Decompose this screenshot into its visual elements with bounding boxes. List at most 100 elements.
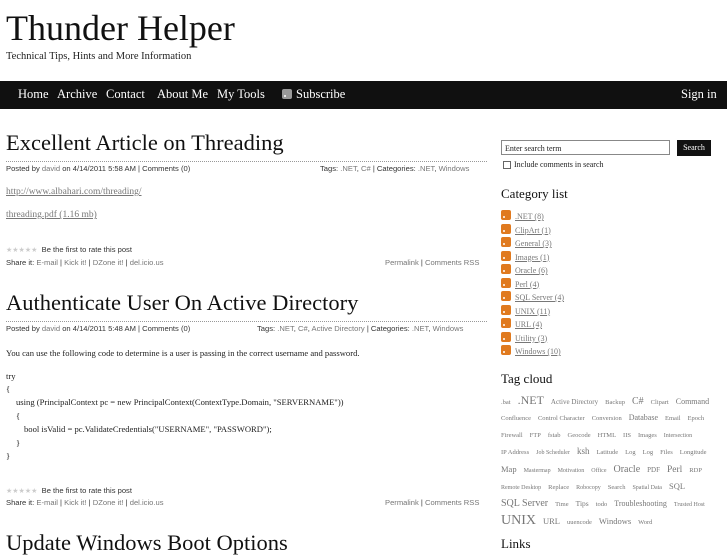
author-link[interactable]: david [42, 324, 60, 333]
nav-archive[interactable]: Archive [57, 87, 97, 102]
share-delicious-link[interactable]: del.icio.us [130, 258, 164, 267]
rss-icon[interactable] [501, 277, 511, 288]
search-input[interactable]: Enter search term [501, 140, 670, 155]
nav-contact[interactable]: Contact [106, 87, 145, 102]
category-link[interactable]: .NET (8) [515, 212, 544, 221]
tag-cloud-link[interactable]: Remote Desktop [501, 485, 541, 491]
tag-cloud-link[interactable]: Epoch [688, 415, 705, 422]
tag-cloud-link[interactable]: todo [596, 501, 608, 508]
tag-cloud-link[interactable]: ksh [577, 446, 590, 456]
rss-icon[interactable] [501, 264, 511, 274]
rss-icon[interactable] [501, 223, 511, 234]
tag-cloud-link[interactable]: Confluence [501, 415, 531, 422]
tag-link[interactable]: .NET [340, 164, 356, 173]
rss-icon[interactable] [501, 304, 511, 315]
rating[interactable]: ★★★★★ Be the first to rate this post [6, 245, 132, 254]
tag-cloud-link[interactable]: RDP [689, 467, 702, 474]
share-kick-link[interactable]: Kick it! [64, 258, 86, 267]
tag-cloud-link[interactable]: Time [555, 501, 569, 508]
tag-cloud-link[interactable]: Firewall [501, 432, 523, 439]
rss-icon[interactable] [501, 345, 511, 355]
tag-cloud-link[interactable]: Oracle [613, 464, 640, 475]
nav-sign-in[interactable]: Sign in [681, 87, 717, 102]
tag-cloud-link[interactable]: Spatial Data [632, 485, 662, 491]
tag-cloud-link[interactable]: HTML [598, 432, 616, 439]
post-title[interactable]: Excellent Article on Threading [6, 130, 284, 156]
category-link[interactable]: Oracle (6) [515, 266, 548, 275]
comments-rss-link[interactable]: Comments RSS [425, 498, 479, 507]
tag-cloud-link[interactable]: Robocopy [576, 485, 601, 491]
tag-cloud-link[interactable]: Clipart [651, 399, 669, 406]
site-title[interactable]: Thunder Helper [6, 8, 235, 48]
tag-cloud-link[interactable]: fstab [548, 432, 561, 439]
tag-link[interactable]: Active Directory [312, 324, 365, 333]
rating[interactable]: ★★★★★ Be the first to rate this post [6, 486, 132, 495]
share-dzone-link[interactable]: DZone it! [93, 498, 124, 507]
rss-icon[interactable] [501, 291, 511, 301]
tag-cloud-link[interactable]: Office [591, 468, 606, 474]
share-email-link[interactable]: E-mail [36, 258, 58, 267]
tag-cloud-link[interactable]: Windows [599, 516, 631, 526]
permalink-link[interactable]: Permalink [385, 258, 419, 267]
tag-cloud-link[interactable]: Files [660, 449, 673, 456]
tag-cloud-link[interactable]: Images [638, 432, 657, 439]
tag-cloud-link[interactable]: Search [608, 484, 626, 491]
tag-cloud-link[interactable]: FTP [530, 432, 541, 439]
rss-icon[interactable] [501, 318, 511, 328]
category-link[interactable]: .NET [418, 164, 434, 173]
tag-link[interactable]: C# [298, 324, 308, 333]
tag-cloud-link[interactable]: SQL [669, 481, 685, 491]
category-link[interactable]: Windows [433, 324, 464, 333]
post-title[interactable]: Update Windows Boot Options [6, 530, 288, 556]
category-link[interactable]: Windows [439, 164, 470, 173]
tag-cloud-link[interactable]: Replace [548, 484, 569, 491]
rss-icon[interactable] [501, 237, 511, 247]
tag-cloud-link[interactable]: Database [629, 413, 658, 422]
tag-cloud-link[interactable]: Troubleshooting [614, 499, 667, 508]
tag-cloud-link[interactable]: Active Directory [551, 398, 598, 406]
tag-cloud-link[interactable]: Longitude [680, 449, 707, 456]
category-link[interactable]: .NET [412, 324, 428, 333]
share-email-link[interactable]: E-mail [36, 498, 58, 507]
tag-cloud-link[interactable]: Tips [576, 499, 589, 508]
rss-icon[interactable] [501, 331, 511, 342]
search-button[interactable]: Search [677, 140, 711, 156]
rating-stars-icon[interactable]: ★★★★★ [6, 488, 37, 495]
rating-stars-icon[interactable]: ★★★★★ [6, 247, 37, 254]
include-comments-checkbox[interactable] [503, 161, 511, 169]
threading-pdf-link[interactable]: threading.pdf (1.16 mb) [6, 210, 97, 220]
tag-cloud-link[interactable]: uuencode [567, 519, 592, 526]
author-link[interactable]: david [42, 164, 60, 173]
tag-cloud-link[interactable]: IIS [623, 432, 631, 439]
share-dzone-link[interactable]: DZone it! [93, 258, 124, 267]
tag-cloud-link[interactable]: Trusted Host [674, 502, 705, 508]
tag-link[interactable]: C# [361, 164, 371, 173]
tag-cloud-link[interactable]: Intersection [664, 433, 692, 439]
category-link[interactable]: General (3) [515, 239, 552, 248]
threading-url-link[interactable]: http://www.albahari.com/threading/ [6, 187, 142, 197]
tag-cloud-link[interactable]: Perl [667, 465, 682, 475]
category-link[interactable]: UNIX (11) [515, 307, 550, 316]
tag-cloud-link[interactable]: IP Address [501, 449, 529, 456]
nav-my-tools[interactable]: My Tools [217, 87, 265, 102]
tag-cloud-link[interactable]: Conversion [592, 415, 622, 422]
tag-cloud-link[interactable]: Log [625, 449, 635, 456]
tag-cloud-link[interactable]: Log [643, 449, 653, 456]
tag-cloud-link[interactable]: Word [638, 519, 652, 526]
share-kick-link[interactable]: Kick it! [64, 498, 86, 507]
tag-cloud-link[interactable]: PDF [647, 466, 660, 474]
share-delicious-link[interactable]: del.icio.us [130, 498, 164, 507]
tag-cloud-link[interactable]: Backup [605, 399, 625, 406]
tag-cloud-link[interactable]: .NET [518, 393, 544, 407]
category-link[interactable]: Images (1) [515, 253, 549, 262]
category-link[interactable]: URL (4) [515, 320, 542, 329]
tag-cloud-link[interactable]: Email [665, 415, 681, 422]
tag-cloud-link[interactable]: Command [676, 397, 709, 406]
rss-icon[interactable] [501, 250, 511, 261]
tag-cloud-link[interactable]: Motivation [558, 468, 585, 474]
tag-cloud-link[interactable]: Geocode [568, 432, 591, 439]
nav-home[interactable]: Home [18, 87, 49, 102]
category-link[interactable]: Windows (10) [515, 347, 561, 356]
tag-cloud-link[interactable]: Job Scheduler [536, 450, 570, 456]
category-link[interactable]: ClipArt (1) [515, 226, 551, 235]
